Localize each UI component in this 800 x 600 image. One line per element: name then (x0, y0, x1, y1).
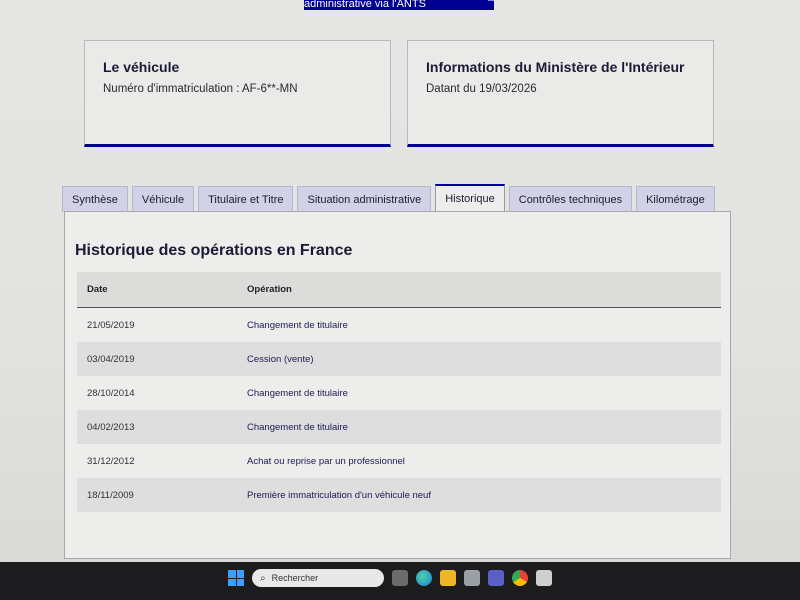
row-date: 28/10/2014 (87, 387, 135, 399)
row-operation: Achat ou reprise par un professionnel (247, 455, 405, 467)
ministry-card-title: Informations du Ministère de l'Intérieur (426, 59, 685, 75)
table-row: 18/11/2009 Première immatriculation d'un… (77, 478, 721, 512)
tab-situation-administrative[interactable]: Situation administrative (297, 186, 432, 212)
ants-link-label: Obtenir le Certificat de situation admin… (304, 0, 426, 10)
table-row: 28/10/2014 Changement de titulaire (77, 376, 721, 410)
history-table: Date Opération 21/05/2019 Changement de … (77, 272, 721, 512)
store-icon[interactable] (464, 570, 480, 586)
task-view-icon[interactable] (392, 570, 408, 586)
table-header: Date Opération (77, 272, 721, 308)
history-panel: Historique des opérations en France Date… (64, 211, 731, 559)
teams-icon[interactable] (488, 570, 504, 586)
taskbar: ⌕ Rechercher (0, 562, 800, 600)
table-row: 03/04/2019 Cession (vente) (77, 342, 721, 376)
row-date: 21/05/2019 (87, 319, 135, 331)
tab-historique[interactable]: Historique (435, 184, 505, 212)
browser-page: Obtenir le Certificat de situation admin… (0, 0, 800, 562)
row-date: 03/04/2019 (87, 353, 135, 365)
row-operation: Cession (vente) (247, 353, 314, 365)
chrome-icon[interactable] (512, 570, 528, 586)
row-operation: Changement de titulaire (247, 319, 348, 331)
tab-bar: Synthèse Véhicule Titulaire et Titre Sit… (62, 184, 715, 212)
tab-synthese[interactable]: Synthèse (62, 186, 128, 212)
ants-link-button[interactable]: Obtenir le Certificat de situation admin… (304, 0, 494, 10)
edge-browser-icon[interactable] (416, 570, 432, 586)
history-title: Historique des opérations en France (75, 242, 353, 259)
external-link-icon: ⧉ (487, 0, 494, 4)
row-date: 31/12/2012 (87, 455, 135, 467)
table-row: 31/12/2012 Achat ou reprise par un profe… (77, 444, 721, 478)
tab-kilometrage[interactable]: Kilométrage (636, 186, 715, 212)
taskbar-center: ⌕ Rechercher (228, 569, 552, 587)
row-date: 18/11/2009 (87, 489, 134, 501)
data-date: Datant du 19/03/2026 (426, 83, 537, 95)
taskbar-search[interactable]: ⌕ Rechercher (252, 569, 384, 587)
table-row: 21/05/2019 Changement de titulaire (77, 308, 721, 342)
windows-start-icon[interactable] (228, 570, 244, 586)
row-operation: Changement de titulaire (247, 421, 348, 433)
tab-controles-techniques[interactable]: Contrôles techniques (508, 186, 633, 212)
row-operation: Changement de titulaire (247, 387, 348, 399)
table-row: 04/02/2013 Changement de titulaire (77, 410, 721, 444)
file-explorer-icon[interactable] (440, 570, 456, 586)
app-icon[interactable] (536, 570, 552, 586)
registration-number: Numéro d'immatriculation : AF-6**-MN (103, 83, 298, 95)
vehicle-card-title: Le véhicule (103, 59, 180, 75)
row-operation: Première immatriculation d'un véhicule n… (247, 489, 431, 501)
column-header-operation: Opération (247, 284, 292, 295)
column-header-date: Date (87, 284, 108, 295)
ministry-card: Informations du Ministère de l'Intérieur… (407, 40, 714, 147)
row-date: 04/02/2013 (87, 421, 135, 433)
search-icon: ⌕ (260, 572, 266, 584)
vehicle-card: Le véhicule Numéro d'immatriculation : A… (84, 40, 391, 147)
search-placeholder: Rechercher (271, 573, 319, 583)
tab-titulaire-titre[interactable]: Titulaire et Titre (198, 186, 294, 212)
tab-vehicule[interactable]: Véhicule (131, 186, 195, 212)
